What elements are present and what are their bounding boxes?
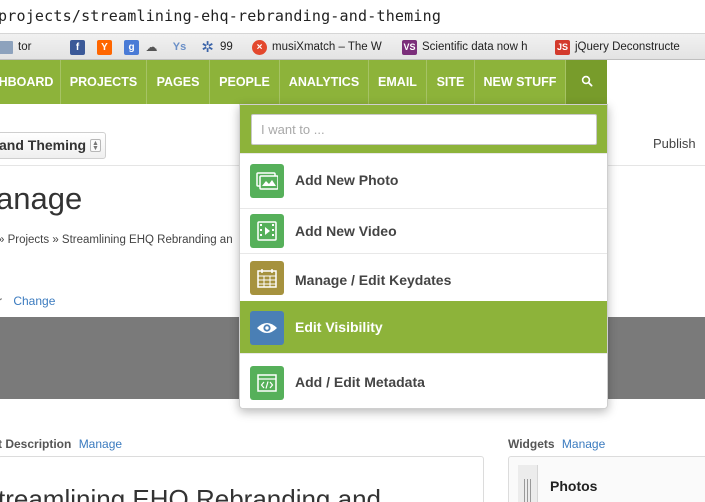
bookmark-jquery[interactable]: JS jQuery Deconstructe <box>555 38 680 56</box>
dropdown-item-label: Add New Photo <box>295 172 399 188</box>
description-manage-link[interactable]: Manage <box>79 437 122 451</box>
nav-dashboard[interactable]: HBOARD <box>0 60 61 104</box>
bookmark-facebook[interactable]: f <box>70 38 90 56</box>
url-text[interactable]: projects/streamlining-ehq-rebranding-and… <box>0 7 441 25</box>
edit-visibility-item[interactable]: Edit Visibility <box>240 301 607 353</box>
description-header: t Description Manage <box>0 437 122 451</box>
publish-link[interactable]: Publish <box>653 136 696 151</box>
dropdown-item-label: Add / Edit Metadata <box>295 374 425 390</box>
nav-people[interactable]: PEOPLE <box>210 60 280 104</box>
address-bar[interactable]: projects/streamlining-ehq-rebranding-and… <box>0 0 705 34</box>
nav-search-button[interactable] <box>566 60 607 104</box>
nav-empty-area <box>607 60 705 104</box>
cloud-icon: ☁ <box>145 40 158 54</box>
js-icon: JS <box>555 39 570 55</box>
manage-keydates-item[interactable]: Manage / Edit Keydates <box>240 253 607 301</box>
nav-site[interactable]: SITE <box>427 60 475 104</box>
add-edit-metadata-item[interactable]: Add / Edit Metadata <box>240 353 607 408</box>
bookmark-label: jQuery Deconstructe <box>575 41 680 53</box>
bookmark-google[interactable]: g <box>124 38 144 56</box>
gear-icon: ✲ <box>201 39 214 56</box>
dropdown-search-area <box>240 105 607 153</box>
change-link[interactable]: Change <box>13 294 55 308</box>
quick-action-search-input[interactable] <box>251 114 597 145</box>
bookmark-label: musiXmatch – The W <box>272 41 382 53</box>
description-heading: treamlining EHQ Rebranding and <box>0 484 381 502</box>
widgets-manage-link[interactable]: Manage <box>562 437 605 451</box>
code-icon <box>250 366 284 400</box>
search-icon <box>581 75 593 87</box>
yahoo-icon: Ys <box>172 41 187 53</box>
bookmark-tor[interactable]: tor <box>0 38 31 56</box>
nav-new-stuff[interactable]: NEW STUFF <box>475 60 566 104</box>
calendar-icon <box>250 261 284 295</box>
facebook-icon: f <box>70 39 85 55</box>
quick-action-dropdown: Add New Photo Add New Video <box>239 104 608 409</box>
owner-row: r Change <box>0 294 55 308</box>
widget-title: Photos <box>550 478 598 494</box>
bookmark-label: Scientific data now h <box>422 41 528 53</box>
nav-projects[interactable]: PROJECTS <box>61 60 147 104</box>
bookmark-label: tor <box>18 41 32 53</box>
owner-label: r <box>0 294 2 308</box>
bookmarks-bar: tor f Y g ☁ Ys ✲ 99 × musiXmatch – The W… <box>0 34 705 60</box>
project-select-value: and Theming <box>0 137 87 153</box>
hackernews-icon: Y <box>97 39 112 55</box>
vs-icon: VS <box>402 39 417 55</box>
nav-analytics[interactable]: ANALYTICS <box>280 60 369 104</box>
folder-icon <box>0 40 13 54</box>
dropdown-item-label: Edit Visibility <box>295 319 383 335</box>
description-label: t Description <box>0 437 72 451</box>
add-new-video-item[interactable]: Add New Video <box>240 208 607 253</box>
eye-icon <box>250 311 284 345</box>
photo-icon <box>250 164 284 198</box>
google-icon: g <box>124 39 139 55</box>
widgets-header: Widgets Manage <box>508 437 605 451</box>
nav-pages[interactable]: PAGES <box>147 60 210 104</box>
add-new-photo-item[interactable]: Add New Photo <box>240 153 607 208</box>
bookmark-yahoo[interactable]: Ys <box>172 38 192 56</box>
page-title: anage <box>0 181 83 216</box>
bookmark-label: 99 <box>220 41 233 53</box>
video-icon <box>250 214 284 248</box>
drag-handle-icon[interactable] <box>518 465 538 502</box>
project-select[interactable]: and Theming ▲ ▼ <box>0 132 106 159</box>
breadcrumb: » Projects » Streamlining EHQ Rebranding… <box>0 234 233 246</box>
dropdown-item-label: Add New Video <box>295 223 397 239</box>
select-arrows-icon: ▲ ▼ <box>90 139 101 152</box>
bookmark-scientific-data[interactable]: VS Scientific data now h <box>402 38 527 56</box>
bookmark-hackernews[interactable]: Y <box>97 38 117 56</box>
musixmatch-icon: × <box>252 39 267 55</box>
bookmark-99[interactable]: ✲ 99 <box>200 38 233 56</box>
main-nav: HBOARD PROJECTS PAGES PEOPLE ANALYTICS E… <box>0 60 705 104</box>
widgets-label: Widgets <box>508 437 555 451</box>
bookmark-musixmatch[interactable]: × musiXmatch – The W <box>252 38 382 56</box>
nav-email[interactable]: EMAIL <box>369 60 427 104</box>
dropdown-item-label: Manage / Edit Keydates <box>295 272 452 288</box>
bookmark-cloud[interactable]: ☁ <box>144 38 164 56</box>
